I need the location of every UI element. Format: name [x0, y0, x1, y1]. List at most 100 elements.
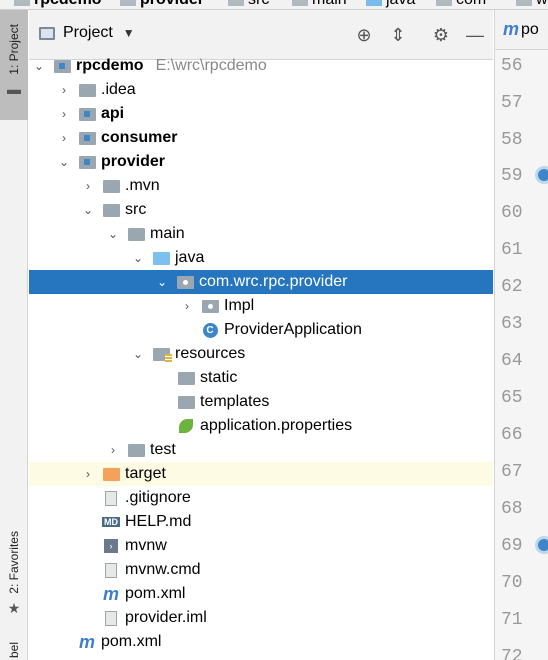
- tree-item-target[interactable]: › target: [29, 462, 493, 486]
- structure-tool-tab[interactable]: bel: [0, 642, 28, 660]
- line-number: 64: [501, 351, 523, 371]
- chevron-down-icon[interactable]: ⌄: [58, 155, 70, 169]
- module-folder-icon: [78, 154, 96, 170]
- tree-item-src[interactable]: ⌄ src: [29, 198, 493, 222]
- breadcrumb-item[interactable]: provider: [120, 0, 204, 9]
- line-number: 61: [501, 240, 523, 260]
- implementation-marker-icon[interactable]: [535, 536, 548, 554]
- line-number: 71: [501, 610, 523, 630]
- breadcrumb-item[interactable]: src: [228, 0, 269, 9]
- chevron-right-icon[interactable]: ›: [107, 443, 119, 457]
- chevron-right-icon[interactable]: ›: [58, 83, 70, 97]
- implementation-marker-icon[interactable]: [535, 166, 548, 184]
- tree-item-mvnw-cmd[interactable]: mvnw.cmd: [29, 558, 493, 582]
- folder-icon: [228, 0, 244, 6]
- maven-icon: m: [102, 583, 119, 604]
- chevron-down-icon[interactable]: ⌄: [33, 59, 45, 73]
- tree-item-mvn[interactable]: › .mvn: [29, 174, 493, 198]
- maven-icon: m: [503, 19, 520, 39]
- chevron-right-icon[interactable]: ›: [82, 467, 94, 481]
- tree-item-package[interactable]: ⌄ com.wrc.rpc.provider: [29, 270, 493, 294]
- gear-icon[interactable]: ⚙: [429, 23, 453, 47]
- tree-item-templates[interactable]: templates: [29, 390, 493, 414]
- tree-item-mvnw[interactable]: › mvnw: [29, 534, 493, 558]
- editor-tab[interactable]: m po: [495, 10, 548, 50]
- line-number: 72: [501, 647, 523, 660]
- breadcrumb-item[interactable]: wr: [516, 0, 548, 9]
- folder-icon: [78, 82, 96, 98]
- tree-item-api[interactable]: › api: [29, 102, 493, 126]
- iml-file-icon: [102, 610, 120, 626]
- editor: m po 56 57 58 59 60 61 62 63 64 65 66 67…: [494, 10, 548, 660]
- chevron-right-icon[interactable]: ›: [181, 299, 193, 313]
- tree-item-impl[interactable]: › Impl: [29, 294, 493, 318]
- chevron-down-icon[interactable]: ⌄: [132, 251, 144, 265]
- line-number-gutter: 56 57 58 59 60 61 62 63 64 65 66 67 68 6…: [495, 50, 548, 660]
- line-number: 65: [501, 388, 523, 408]
- project-view-selector[interactable]: Project ▼: [39, 24, 135, 42]
- tree-item-provider[interactable]: ⌄ provider: [29, 150, 493, 174]
- chevron-down-icon: ▼: [122, 26, 135, 40]
- tree-item-test[interactable]: › test: [29, 438, 493, 462]
- chevron-down-icon[interactable]: ⌄: [156, 275, 168, 289]
- line-number: 66: [501, 425, 523, 445]
- tree-item-rpcdemo[interactable]: ⌄ rpcdemo E:\wrc\rpcdemo: [29, 54, 493, 78]
- favorites-tool-tab[interactable]: 2: Favorites ★: [0, 525, 28, 635]
- line-number: 62: [501, 277, 523, 297]
- project-panel: Project ▼ ⊕ ⇕ ⚙ — ⌄ rpcdemo E:\wrc\rpcde…: [29, 10, 493, 660]
- tree-item-java[interactable]: ⌄ java: [29, 246, 493, 270]
- tree-item-gitignore[interactable]: .gitignore: [29, 486, 493, 510]
- line-number: 70: [501, 573, 523, 593]
- line-number: 58: [501, 130, 523, 150]
- markdown-icon: MD: [102, 517, 120, 527]
- chevron-right-icon[interactable]: ›: [58, 107, 70, 121]
- tree-item-static[interactable]: static: [29, 366, 493, 390]
- chevron-down-icon[interactable]: ⌄: [82, 203, 94, 217]
- folder-icon: [127, 442, 145, 458]
- panel-header: Project ▼ ⊕ ⇕ ⚙ —: [29, 10, 493, 60]
- source-folder-icon: [152, 250, 170, 266]
- file-icon: [102, 562, 120, 578]
- folder-icon: [102, 178, 120, 194]
- chevron-right-icon[interactable]: ›: [58, 131, 70, 145]
- tree-item-consumer[interactable]: › consumer: [29, 126, 493, 150]
- line-number: 56: [501, 56, 523, 76]
- left-tool-strip: 1: Project ▬ 2: Favorites ★ bel: [0, 10, 28, 660]
- tree-item-provider-iml[interactable]: provider.iml: [29, 606, 493, 630]
- line-number: 60: [501, 203, 523, 223]
- excluded-folder-icon: [102, 466, 120, 482]
- breadcrumb-item[interactable]: main: [292, 0, 347, 9]
- class-icon: C: [201, 322, 219, 338]
- folder-icon: [120, 0, 136, 6]
- chevron-down-icon[interactable]: ⌄: [132, 347, 144, 361]
- folder-icon: [366, 0, 382, 6]
- chevron-right-icon[interactable]: ›: [82, 179, 94, 193]
- project-folder-icon: [39, 26, 55, 40]
- project-tool-tab[interactable]: 1: Project ▬: [0, 10, 28, 120]
- line-number: 57: [501, 93, 523, 113]
- tree-item-application-properties[interactable]: application.properties: [29, 414, 493, 438]
- tree-item-idea[interactable]: › .idea: [29, 78, 493, 102]
- folder-icon: [516, 0, 532, 6]
- terminal-icon: ›: [102, 538, 120, 554]
- tree-item-pom-provider[interactable]: m pom.xml: [29, 582, 493, 606]
- target-icon[interactable]: ⊕: [352, 23, 376, 47]
- file-icon: [102, 490, 120, 506]
- star-icon: ★: [7, 599, 21, 616]
- chevron-down-icon[interactable]: ⌄: [107, 227, 119, 241]
- line-number: 63: [501, 314, 523, 334]
- breadcrumb-item[interactable]: rpcdemo: [14, 0, 102, 9]
- breadcrumb-item[interactable]: com: [436, 0, 486, 9]
- folder-icon: [102, 202, 120, 218]
- breadcrumb-item[interactable]: java: [366, 0, 415, 9]
- tree-item-pom-root[interactable]: m pom.xml: [29, 630, 493, 654]
- folder-icon: [436, 0, 452, 6]
- tree-item-help-md[interactable]: MD HELP.md: [29, 510, 493, 534]
- resources-folder-icon: [152, 346, 172, 363]
- tree-item-main[interactable]: ⌄ main: [29, 222, 493, 246]
- line-number: 68: [501, 499, 523, 519]
- tree-item-resources[interactable]: ⌄ resources: [29, 342, 493, 366]
- collapse-icon[interactable]: ⇕: [386, 23, 410, 47]
- tree-item-provider-application[interactable]: C ProviderApplication: [29, 318, 493, 342]
- minimize-icon[interactable]: —: [463, 23, 487, 47]
